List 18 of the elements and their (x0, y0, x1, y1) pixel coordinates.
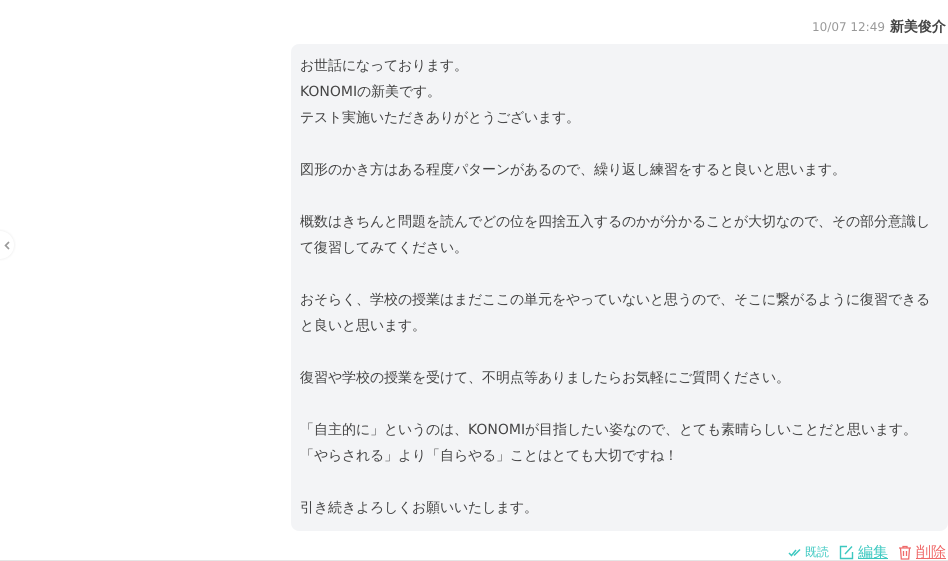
message-line: KONOMIの新美です。 (300, 83, 442, 102)
double-check-icon (788, 548, 802, 557)
chevron-left-icon (4, 240, 10, 250)
delete-link[interactable]: 削除 (898, 543, 946, 561)
read-status: 既読 (788, 544, 829, 561)
message-paragraph: おそらく、学校の授業はまだここの単元をやっていないと思うので、そこに繋がるように復習できると良いと思います。 (300, 291, 931, 336)
sender-name: 新美俊介 (890, 18, 946, 36)
message-paragraph: 図形のかき方はある程度パターンがあるので、繰り返し練習をすると良いと思います。 (300, 161, 847, 180)
message-time: 10/07 12:49 (812, 20, 885, 34)
message-paragraph: 「自主的に」というのは、KONOMIが目指したい姿なので、とても素晴らしいことだと思います。「やらされる」より「自らやる」ことはとても大切ですね！ (300, 421, 918, 466)
edit-link[interactable]: 編集 (839, 543, 888, 561)
message-line: テスト実施いただきありがとうございます。 (300, 109, 581, 128)
trash-icon (898, 545, 912, 560)
message-paragraph: 復習や学校の授業を受けて、不明点等ありましたらお気軽にご質問ください。 (300, 369, 791, 388)
message-line: お世話になっております。 (300, 57, 469, 76)
message-paragraph: 引き続きよろしくお願いいたします。 (300, 499, 539, 518)
message-paragraph: 概数はきちんと問題を読んでどの位を四捨五入するのかが分かることが大切なので、その部分意識して復習してみてください。 (300, 213, 931, 258)
edit-icon (839, 545, 854, 560)
